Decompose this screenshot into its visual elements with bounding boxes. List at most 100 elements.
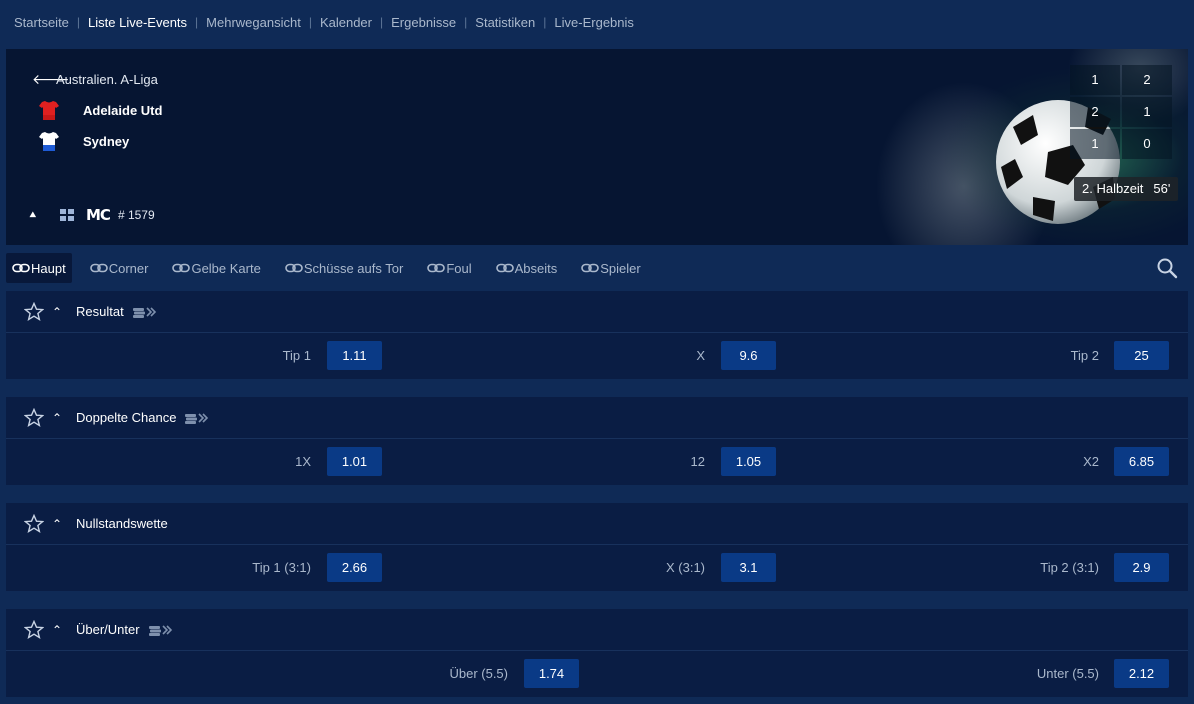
mc-logo-icon[interactable]: MC — [86, 206, 111, 224]
crumb-separator: | — [76, 15, 81, 29]
odds-button[interactable]: 1.11 — [327, 341, 382, 370]
link-icon — [89, 263, 108, 273]
tab-haupt[interactable]: Haupt — [6, 253, 72, 283]
tab-label: Corner — [108, 260, 149, 276]
market-title: Über/Unter — [76, 622, 140, 637]
odds-button[interactable]: 2.66 — [327, 553, 382, 582]
collapse-chevron-icon[interactable]: ⯅ — [28, 208, 58, 223]
home-score-h1: 2 — [1070, 97, 1120, 127]
home-team-row: Adelaide Utd — [38, 99, 162, 121]
market-resultat: ⌃ Resultat Tip 1 1.11 X 9.6 Tip 2 25 — [6, 291, 1188, 379]
selection-label: X (3:1) — [665, 560, 705, 575]
odds-button[interactable]: 9.6 — [721, 341, 776, 370]
score-header-row: 1 2 — [1070, 65, 1180, 97]
collapse-caret-icon[interactable]: ⌃ — [52, 517, 64, 531]
tab-label: Foul — [446, 260, 472, 276]
tab-spieler[interactable]: Spieler — [575, 253, 646, 283]
market-doppelte-chance: ⌃ Doppelte Chance 1X 1.01 12 1.05 X2 6.8… — [6, 397, 1188, 485]
collapse-caret-icon[interactable]: ⌃ — [52, 305, 64, 319]
selection-label: Tip 2 — [1070, 348, 1099, 363]
away-score-h1: 1 — [1070, 129, 1120, 159]
league-row: 🡐 Australien. A-Liga — [32, 71, 158, 88]
odds-button[interactable]: 1.01 — [327, 447, 382, 476]
back-arrow-icon[interactable]: 🡐 — [32, 71, 70, 88]
crumb-mehrwegansicht[interactable]: Mehrwegansicht — [206, 15, 301, 30]
selection-label: 12 — [690, 454, 705, 469]
selection-label: Tip 1 (3:1) — [252, 560, 311, 575]
market-header[interactable]: ⌃ Resultat — [6, 291, 1188, 333]
crumb-separator: | — [195, 15, 199, 29]
crumb-separator: | — [308, 15, 312, 29]
score-home-row: 2 1 — [1070, 97, 1180, 129]
tab-label: Haupt — [31, 260, 66, 276]
market-nullstandswette: ⌃ Nullstandswette Tip 1 (3:1) 2.66 X (3:… — [6, 503, 1188, 591]
home-score-h2: 1 — [1122, 97, 1172, 127]
tab-label: Schüsse aufs Tor — [303, 260, 404, 276]
favorite-star-icon[interactable] — [24, 407, 44, 428]
home-team-name: Adelaide Utd — [83, 102, 163, 118]
market-tabs: Haupt Corner Gelbe Karte Schüsse aufs To… — [6, 249, 1188, 287]
home-shirt-icon — [39, 101, 59, 120]
favorite-star-icon[interactable] — [24, 513, 44, 534]
selection-label: 1X — [295, 454, 311, 469]
tab-label: Spieler — [600, 260, 641, 276]
crumb-liste-live-events[interactable]: Liste Live-Events — [88, 15, 187, 30]
link-icon — [581, 263, 600, 273]
collapse-caret-icon[interactable]: ⌃ — [52, 411, 64, 425]
selection-label: X — [696, 348, 705, 363]
crumb-ergebnisse[interactable]: Ergebnisse — [391, 15, 456, 30]
collapse-caret-icon[interactable]: ⌃ — [52, 623, 64, 637]
market-ueber-unter: ⌃ Über/Unter Über (5.5) 1.74 Unter (5.5)… — [6, 609, 1188, 697]
score-table: 1 2 2 1 1 0 — [1070, 65, 1180, 161]
match-id: # 1579 — [117, 208, 155, 222]
favorite-star-icon[interactable] — [24, 301, 44, 322]
market-header[interactable]: ⌃ Doppelte Chance — [6, 397, 1188, 439]
market-title: Resultat — [76, 304, 124, 319]
link-icon — [172, 263, 191, 273]
search-icon[interactable] — [1156, 257, 1178, 279]
away-shirt-icon — [39, 132, 59, 151]
favorite-star-icon[interactable] — [24, 619, 44, 640]
odds-button[interactable]: 3.1 — [721, 553, 776, 582]
market-selections: Tip 1 1.11 X 9.6 Tip 2 25 — [6, 333, 1188, 379]
tab-corner[interactable]: Corner — [84, 253, 155, 283]
tab-label: Gelbe Karte — [191, 260, 261, 276]
league-name[interactable]: Australien. A-Liga — [56, 72, 158, 87]
score-away-row: 1 0 — [1070, 129, 1180, 161]
odds-button[interactable]: 2.9 — [1114, 553, 1169, 582]
odds-button[interactable]: 1.05 — [721, 447, 776, 476]
odds-button[interactable]: 6.85 — [1114, 447, 1169, 476]
away-score-h2: 0 — [1122, 129, 1172, 159]
selection-label: Unter (5.5) — [1036, 666, 1099, 681]
tab-abseits[interactable]: Abseits — [490, 253, 564, 283]
tab-schuesse-aufs-tor[interactable]: Schüsse aufs Tor — [279, 253, 409, 283]
crumb-kalender[interactable]: Kalender — [320, 15, 372, 30]
odds-button[interactable]: 2.12 — [1114, 659, 1169, 688]
market-header[interactable]: ⌃ Nullstandswette — [6, 503, 1188, 545]
tab-foul[interactable]: Foul — [421, 253, 477, 283]
market-selections: Tip 1 (3:1) 2.66 X (3:1) 3.1 Tip 2 (3:1)… — [6, 545, 1188, 591]
crumb-startseite[interactable]: Startseite — [14, 15, 69, 30]
score-header-cell: 2 — [1122, 65, 1172, 95]
tab-gelbe-karte[interactable]: Gelbe Karte — [166, 253, 266, 283]
market-selections: Über (5.5) 1.74 Unter (5.5) 2.12 — [6, 651, 1188, 697]
market-title: Doppelte Chance — [76, 410, 177, 425]
odds-button[interactable]: 25 — [1114, 341, 1169, 370]
odds-button[interactable]: 1.74 — [524, 659, 579, 688]
match-minute: 56' — [1153, 181, 1171, 196]
crumb-separator: | — [380, 15, 384, 29]
away-team-name: Sydney — [83, 133, 130, 149]
selection-label: Tip 2 (3:1) — [1040, 560, 1099, 575]
period-label: 2. Halbzeit — [1082, 181, 1144, 196]
breadcrumb: Startseite | Liste Live-Events | Mehrweg… — [0, 0, 1194, 44]
selection-label: Tip 1 — [282, 348, 311, 363]
crumb-statistiken[interactable]: Statistiken — [475, 15, 535, 30]
link-icon — [427, 263, 446, 273]
cashout-icon — [132, 306, 156, 318]
crumb-live-ergebnis[interactable]: Live-Ergebnis — [554, 15, 634, 30]
cashout-icon — [185, 412, 209, 424]
market-header[interactable]: ⌃ Über/Unter — [6, 609, 1188, 651]
grid-view-icon[interactable] — [58, 206, 76, 224]
link-icon — [495, 263, 514, 273]
cashout-icon — [148, 624, 172, 636]
